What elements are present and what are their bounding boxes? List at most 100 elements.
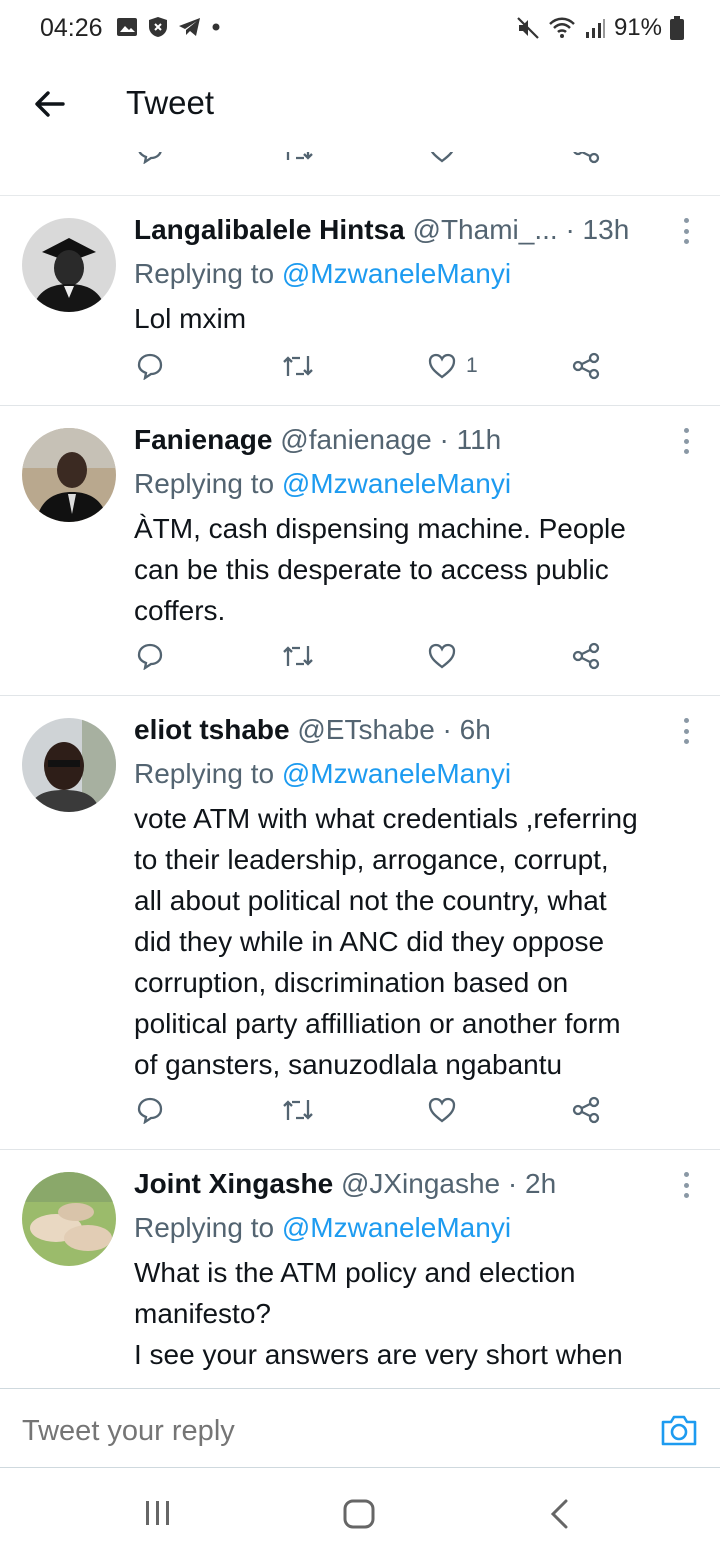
like-count: 1 (466, 354, 478, 377)
reply-icon (137, 643, 163, 670)
mention-link[interactable]: @MzwaneleManyi (282, 758, 511, 789)
back-button[interactable] (30, 84, 70, 124)
tweet-feed[interactable]: Langalibalele Hintsa @Thami_... · 13h Re… (0, 152, 720, 1388)
reply-composer (0, 1388, 720, 1468)
mention-link[interactable]: @MzwaneleManyi (282, 1212, 511, 1243)
tweet-text-line: of gansters, sanuzodlala ngabantu (134, 1049, 563, 1080)
replying-to: Replying to @MzwaneleManyi (134, 1212, 511, 1244)
author-name[interactable]: Fanienage (134, 424, 272, 455)
home-button[interactable] (342, 1498, 376, 1535)
shield-notification-icon (149, 17, 167, 37)
tweet-text-line: manifesto? (134, 1298, 271, 1329)
reply-button[interactable] (136, 1096, 164, 1124)
signal-icon (585, 19, 605, 38)
reply-icon (137, 1097, 163, 1124)
like-button[interactable] (428, 642, 456, 670)
avatar[interactable] (22, 218, 116, 312)
tweet-time: · 11h (439, 424, 502, 455)
replying-to-label: Replying to (134, 758, 275, 789)
tweet-item[interactable]: Fanienage @fanienage · 11h Replying to @… (0, 406, 720, 696)
more-icon[interactable] (680, 1172, 692, 1198)
camera-icon (661, 1415, 697, 1446)
telegram-notification-icon (179, 18, 200, 36)
camera-button[interactable] (660, 1413, 698, 1452)
tweet-text-line: can be this desperate to access public (134, 554, 609, 585)
retweet-button[interactable] (282, 352, 314, 380)
retweet-icon (283, 1100, 313, 1120)
system-back-button[interactable] (548, 1498, 570, 1535)
like-icon (428, 643, 456, 669)
tweet-actions (0, 1096, 720, 1136)
recents-button[interactable] (144, 1498, 172, 1533)
more-icon[interactable] (680, 428, 692, 454)
author-name[interactable]: Joint Xingashe (134, 1168, 333, 1199)
reply-button[interactable] (136, 352, 164, 380)
like-button[interactable]: 1 (428, 352, 478, 380)
share-button[interactable] (572, 352, 602, 380)
avatar[interactable] (22, 428, 116, 522)
share-icon (573, 152, 600, 164)
app-header: Tweet (0, 60, 720, 152)
tweet-text-line: political party affilliation or another … (134, 1008, 621, 1039)
tweet-time: · 13h (565, 214, 630, 245)
tweet-actions (0, 642, 720, 682)
replying-to-label: Replying to (134, 468, 275, 499)
more-icon[interactable] (680, 218, 692, 244)
retweet-button[interactable] (282, 152, 314, 164)
tweet-text-line: to their leadership, arrogance, corrupt, (134, 844, 609, 875)
like-icon (428, 353, 456, 379)
author-handle[interactable]: @ETshabe (297, 714, 434, 745)
retweet-icon (283, 646, 313, 666)
retweet-icon (283, 356, 313, 376)
status-bar: 04:26 91% (0, 0, 720, 60)
tweet-text-line: did they while in ANC did they oppose (134, 926, 605, 957)
reply-input[interactable] (22, 1415, 622, 1448)
reply-button[interactable] (136, 642, 164, 670)
author-handle[interactable]: @JXingashe (341, 1168, 500, 1199)
tweet-text: Lol mxim (134, 298, 702, 339)
mention-link[interactable]: @MzwaneleManyi (282, 468, 511, 499)
replying-to: Replying to @MzwaneleManyi (134, 258, 511, 290)
tweet-text-line: Lol mxim (134, 303, 247, 334)
share-button[interactable] (572, 642, 602, 670)
like-button[interactable] (428, 152, 456, 164)
avatar[interactable] (22, 718, 116, 812)
tweet-text-line: What is the ATM policy and election (134, 1257, 576, 1288)
tweet-text: What is the ATM policy and election mani… (134, 1252, 702, 1375)
status-time: 04:26 (40, 14, 103, 42)
retweet-button[interactable] (282, 1096, 314, 1124)
dot-notification-icon (212, 23, 220, 31)
author-name[interactable]: eliot tshabe (134, 714, 290, 745)
reply-icon (137, 353, 163, 380)
retweet-button[interactable] (282, 642, 314, 670)
system-nav-bar (0, 1468, 720, 1560)
share-icon (572, 1096, 600, 1124)
home-icon (343, 1499, 375, 1529)
tweet-item[interactable]: Langalibalele Hintsa @Thami_... · 13h Re… (0, 196, 720, 406)
tweet-item[interactable]: eliot tshabe @ETshabe · 6h Replying to @… (0, 696, 720, 1150)
tweet-text-line: vote ATM with what credentials ,referrin… (134, 803, 638, 834)
tweet-time: · 2h (507, 1168, 557, 1199)
author-handle[interactable]: @fanienage (280, 424, 431, 455)
replying-to: Replying to @MzwaneleManyi (134, 468, 511, 500)
tweet-text-line: I see your answers are very short when (134, 1339, 623, 1370)
tweet-text: ÀTM, cash dispensing machine. People can… (134, 508, 702, 631)
more-icon[interactable] (680, 718, 692, 744)
share-icon (572, 642, 600, 670)
previous-tweet-actions (0, 152, 720, 196)
mention-link[interactable]: @MzwaneleManyi (282, 258, 511, 289)
author-name[interactable]: Langalibalele Hintsa (134, 214, 405, 245)
share-button[interactable] (572, 1096, 602, 1124)
reply-button[interactable] (136, 152, 164, 164)
gallery-notification-icon (117, 18, 137, 36)
share-button[interactable] (572, 152, 602, 164)
tweet-item[interactable]: Joint Xingashe @JXingashe · 2h Replying … (0, 1150, 720, 1388)
back-nav-icon (550, 1499, 568, 1529)
like-button[interactable] (428, 1096, 456, 1124)
author-handle[interactable]: @Thami_... (413, 214, 558, 245)
tweet-actions: 1 (0, 352, 720, 392)
tweet-text-line: all about political not the country, wha… (134, 885, 607, 916)
battery-percentage: 91% (613, 14, 662, 41)
avatar[interactable] (22, 1172, 116, 1266)
tweet-text-line: coffers. (134, 595, 226, 626)
